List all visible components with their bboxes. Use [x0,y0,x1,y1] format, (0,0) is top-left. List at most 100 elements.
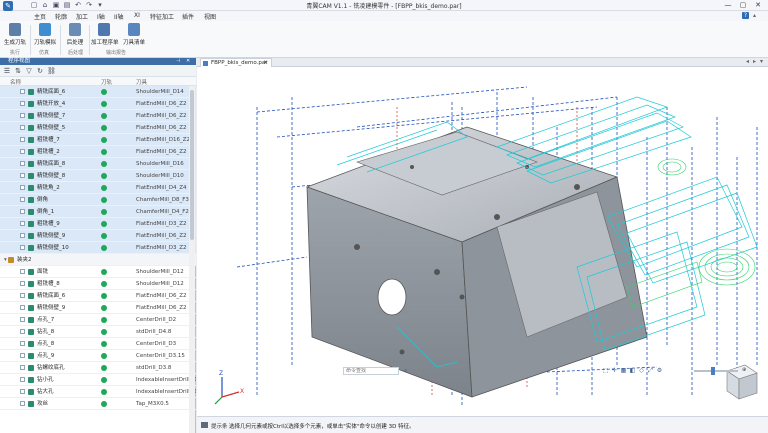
row-checkbox[interactable] [20,281,25,286]
panel-scrollbar[interactable] [189,86,195,433]
grid-icon[interactable]: ▦ [620,367,627,374]
refresh-icon[interactable]: ↻ [36,67,44,75]
menu-axis-1[interactable]: I轴 [97,12,105,21]
menu-feature-machining[interactable]: 特征加工 [150,12,174,21]
operation-row[interactable]: 粗铣槽_8 ShoulderMill_D12 [0,278,196,290]
operation-row[interactable]: 精铣侧壁_10 FlatEndMill_D3_Z2 [0,242,196,254]
operation-row[interactable]: 钻小孔 IndexableInsertDrill_D10 [0,374,196,386]
operation-row[interactable]: 点孔_7 CenterDrill_D2 [0,314,196,326]
row-checkbox[interactable] [20,89,25,94]
zoom-in-icon[interactable]: ⊕ [742,367,746,373]
link-icon[interactable]: ⛓ [47,67,56,75]
zoom-slider-knob[interactable] [710,367,715,375]
shade-icon[interactable]: ◧ [629,367,636,374]
pin-icon[interactable]: ⊣ [176,58,180,65]
row-checkbox[interactable] [20,173,25,178]
row-checkbox[interactable] [20,125,25,130]
wire-icon[interactable]: ◇ [638,367,645,374]
operation-row[interactable]: 点孔_9 CenterDrill_D3.15 [0,350,196,362]
zoom-slider[interactable] [694,370,738,372]
row-checkbox[interactable] [20,317,25,322]
row-checkbox[interactable] [20,161,25,166]
operation-row[interactable]: 攻丝 Tap_M3X0.5 [0,398,196,410]
menu-view[interactable]: 视图 [204,12,216,21]
ribbon-button-2[interactable]: 后处理 [62,23,88,49]
row-checkbox[interactable] [20,101,25,106]
operation-row[interactable]: 倒角_1 ChamferMill_D4_F2 [0,206,196,218]
search-icon[interactable]: ⌕ [402,367,409,374]
tab-next-icon[interactable]: ▸ [753,58,756,65]
col-toolpath-header[interactable]: 刀轨 [101,78,112,86]
operation-row[interactable]: 精铣侧壁_8 ShoulderMill_D10 [0,170,196,182]
col-tool-header[interactable]: 刀具 [136,78,147,86]
operation-row[interactable]: 精铣底面_6 ShoulderMill_D14 [0,86,196,98]
list-view-icon[interactable]: ☰ [3,67,11,75]
operation-row[interactable]: 面铣 ShoulderMill_D12 [0,266,196,278]
operation-row[interactable]: 倒角 ChamferMill_D8_F3 [0,194,196,206]
tab-prev-icon[interactable]: ◂ [746,58,749,65]
operation-row[interactable]: 精铣侧壁_7 FlatEndMill_D6_Z2 [0,110,196,122]
view-fit-icon[interactable]: ⤢ [647,367,654,374]
settings-icon[interactable]: ⚙ [656,367,663,374]
row-checkbox[interactable] [20,401,25,406]
operation-row[interactable]: 粗铣槽_7 FlatEndMill_D16_Z2 [0,134,196,146]
row-checkbox[interactable] [20,389,25,394]
ribbon-button-3[interactable]: 加工程序单 [91,23,119,49]
row-checkbox[interactable] [20,365,25,370]
col-name-header[interactable]: 名称 [10,78,21,86]
row-checkbox[interactable] [20,185,25,190]
workpiece-solid[interactable] [305,126,648,398]
operation-row[interactable]: 钻孔_8 stdDrill_D4.8 [0,326,196,338]
row-checkbox[interactable] [20,269,25,274]
filter-icon[interactable]: ▽ [25,67,33,75]
row-checkbox[interactable] [20,209,25,214]
sort-icon[interactable]: ⇅ [14,67,22,75]
snap-icon[interactable]: ✛ [611,367,618,374]
row-checkbox[interactable] [20,377,25,382]
command-search-input[interactable] [343,367,399,375]
operation-row[interactable]: 精铣底面_8 ShoulderMill_D16 [0,158,196,170]
3d-viewport[interactable]: Z X [197,67,768,416]
panel-close-icon[interactable]: ✕ [186,58,190,65]
row-checkbox[interactable] [20,113,25,118]
row-checkbox[interactable] [20,221,25,226]
ribbon-button-0[interactable]: 生成刀轨 [2,23,28,49]
setup-group-row[interactable]: ▾ 装夹2 [0,254,196,266]
ribbon-button-4[interactable]: 刀具清单 [121,23,147,49]
row-checkbox[interactable] [20,329,25,334]
menu-axis-2[interactable]: II轴 [114,12,124,21]
operation-row[interactable]: 精铣侧壁_9 FlatEndMill_D6_Z2 [0,230,196,242]
row-checkbox[interactable] [20,245,25,250]
menu-xi[interactable]: XI [134,12,140,19]
operation-row[interactable]: 精铣侧壁_5 FlatEndMill_D6_Z2 [0,122,196,134]
operation-row[interactable]: 粗铣槽_9 FlatEndMill_D3_Z2 [0,218,196,230]
help-icon[interactable]: ? [742,12,749,19]
select-mode-icon[interactable]: ⬚ [602,367,609,374]
menu-machining[interactable]: 加工 [76,12,88,21]
operation-row[interactable]: 钻大孔 IndexableInsertDrill_D20 [0,386,196,398]
operation-row[interactable]: 精铣侧壁_9 FlatEndMill_D6_Z2 [0,302,196,314]
ribbon-button-1[interactable]: 刀轨模拟 [32,23,58,49]
cad-scene[interactable]: Z X [197,67,768,416]
operation-row[interactable]: 粗铣槽_2 FlatEndMill_D6_Z2 [0,146,196,158]
tab-list-icon[interactable]: ▾ [760,58,763,65]
row-checkbox[interactable] [20,353,25,358]
menu-plugins[interactable]: 插件 [182,12,194,21]
row-checkbox[interactable] [20,341,25,346]
row-checkbox[interactable] [20,293,25,298]
row-checkbox[interactable] [20,197,25,202]
row-checkbox[interactable] [20,233,25,238]
operation-row[interactable]: 点孔_8 CenterDrill_D3 [0,338,196,350]
close-button[interactable]: ✕ [752,0,764,10]
minimize-button[interactable]: — [722,0,734,10]
maximize-button[interactable]: ▢ [737,0,749,10]
menu-contour[interactable]: 轮廓 [55,12,67,21]
document-tab[interactable]: FBPP_bkis_demo.par ✕ [200,58,272,67]
row-checkbox[interactable] [20,305,25,310]
operation-row[interactable]: 精铣底面_6 FlatEndMill_D6_Z2 [0,290,196,302]
row-checkbox[interactable] [20,137,25,142]
menu-home[interactable]: 主页 [34,12,46,21]
row-checkbox[interactable] [20,149,25,154]
operation-row[interactable]: 钻螺纹底孔 stdDrill_D3.8 [0,362,196,374]
ribbon-collapse-icon[interactable]: ▴ [753,12,756,19]
